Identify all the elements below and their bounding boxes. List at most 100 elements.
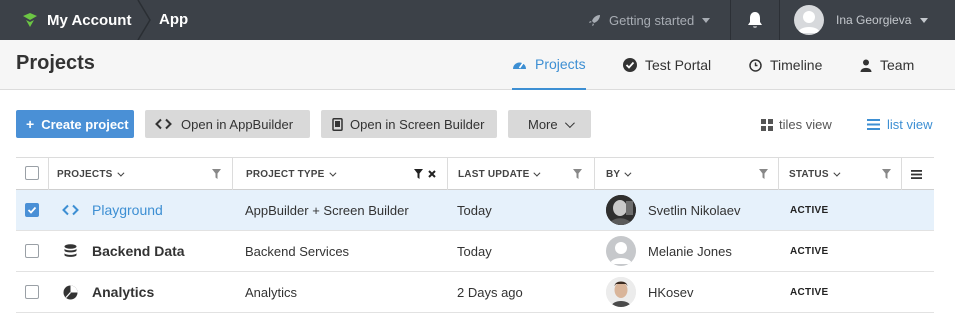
table-row[interactable]: Analytics Analytics 2 Days ago HKosev AC… xyxy=(16,272,934,313)
tiles-view-toggle[interactable]: tiles view xyxy=(761,117,832,132)
status-badge: ACTIVE xyxy=(790,286,829,298)
clear-filter-icon[interactable] xyxy=(428,170,436,178)
user-avatar xyxy=(794,5,824,35)
column-header-project-type[interactable]: PROJECT TYPE xyxy=(246,158,336,190)
user-menu[interactable]: Ina Georgieva xyxy=(794,0,929,40)
owner-name: Melanie Jones xyxy=(648,243,732,259)
open-in-appbuilder-button[interactable]: Open in AppBuilder xyxy=(145,110,310,138)
analytics-icon xyxy=(63,285,78,299)
dashboard-icon xyxy=(513,62,526,69)
filter-icon[interactable] xyxy=(212,169,221,179)
column-label: PROJECTS xyxy=(57,168,113,180)
more-button[interactable]: More xyxy=(508,110,591,138)
project-name[interactable]: Playground xyxy=(92,202,163,218)
table-header: PROJECTS PROJECT TYPE LAST UPDATE BY STA… xyxy=(16,157,934,190)
project-name[interactable]: Analytics xyxy=(92,284,154,300)
row-checkbox[interactable] xyxy=(25,203,39,217)
projects-table: PROJECTS PROJECT TYPE LAST UPDATE BY STA… xyxy=(16,157,934,313)
project-cell: Playground xyxy=(62,190,163,230)
clock-icon xyxy=(749,58,762,72)
caret-down-icon xyxy=(702,17,711,23)
column-label: BY xyxy=(606,168,621,180)
row-checkbox[interactable] xyxy=(25,285,39,299)
tiles-view-label: tiles view xyxy=(779,117,832,132)
page-title: Projects xyxy=(16,52,95,74)
topbar-divider xyxy=(779,0,780,40)
check-icon xyxy=(27,206,37,214)
open-screenbuilder-label: Open in Screen Builder xyxy=(350,116,485,132)
brand[interactable]: My Account xyxy=(22,0,131,40)
page-header: Projects Projects Test Portal Timeline T… xyxy=(0,40,955,90)
check-circle-icon xyxy=(623,58,637,72)
tab-label: Team xyxy=(880,57,915,73)
user-icon xyxy=(860,59,872,72)
column-label: PROJECT TYPE xyxy=(246,168,325,180)
chevron-down-icon xyxy=(116,169,124,177)
column-header-status[interactable]: STATUS xyxy=(789,158,841,190)
column-divider xyxy=(901,158,902,190)
column-label: LAST UPDATE xyxy=(458,168,530,180)
open-in-screenbuilder-button[interactable]: Open in Screen Builder xyxy=(321,110,497,138)
owner-cell: Melanie Jones xyxy=(606,231,732,271)
column-divider xyxy=(778,158,779,190)
column-header-by[interactable]: BY xyxy=(606,158,632,190)
tab-test-portal[interactable]: Test Portal xyxy=(623,40,711,90)
project-type-cell: Analytics xyxy=(245,284,298,300)
bell-icon[interactable] xyxy=(747,11,763,29)
tab-label: Test Portal xyxy=(645,57,712,73)
filter-icon[interactable] xyxy=(882,169,891,179)
column-label: STATUS xyxy=(789,168,829,180)
avatar xyxy=(606,277,636,307)
code-brackets-icon xyxy=(155,118,172,130)
project-cell: Backend Data xyxy=(64,231,185,271)
column-divider xyxy=(48,158,49,190)
table-row[interactable]: Backend Data Backend Services Today Mela… xyxy=(16,231,934,272)
breadcrumb-app[interactable]: App xyxy=(159,0,188,40)
chevron-down-icon xyxy=(564,117,575,128)
list-view-label: list view xyxy=(887,117,933,132)
filter-icon[interactable] xyxy=(573,169,582,179)
tab-timeline[interactable]: Timeline xyxy=(749,40,822,90)
chevron-down-icon xyxy=(533,169,541,177)
list-view-toggle[interactable]: list view xyxy=(867,117,933,132)
last-update-cell: Today xyxy=(457,202,492,218)
owner-cell: HKosev xyxy=(606,272,694,312)
column-divider xyxy=(447,158,448,190)
status-badge: ACTIVE xyxy=(790,204,829,216)
default-user-icon xyxy=(610,242,632,264)
last-update-cell: Today xyxy=(457,243,492,259)
user-photo-icon xyxy=(606,277,636,307)
create-project-button[interactable]: + Create project xyxy=(16,110,134,138)
project-type-cell: Backend Services xyxy=(245,243,350,259)
user-name: Ina Georgieva xyxy=(836,13,912,27)
project-name[interactable]: Backend Data xyxy=(92,243,185,259)
column-divider xyxy=(594,158,595,190)
row-checkbox[interactable] xyxy=(25,244,39,258)
database-icon xyxy=(64,244,77,257)
tab-team[interactable]: Team xyxy=(860,40,914,90)
chevron-down-icon xyxy=(833,169,841,177)
filter-icon[interactable] xyxy=(759,169,768,179)
code-brackets-icon xyxy=(62,204,79,216)
avatar xyxy=(606,195,636,225)
table-row[interactable]: Playground AppBuilder + Screen Builder T… xyxy=(16,190,934,231)
filter-active-icon[interactable] xyxy=(414,169,423,179)
last-update-cell: 2 Days ago xyxy=(457,284,523,300)
topbar-divider xyxy=(730,0,731,40)
getting-started-menu[interactable]: Getting started xyxy=(588,0,711,40)
status-badge: ACTIVE xyxy=(790,245,829,257)
column-menu-icon[interactable] xyxy=(911,170,922,179)
tab-projects[interactable]: Projects xyxy=(512,40,586,90)
select-all-checkbox[interactable] xyxy=(25,166,39,180)
default-user-icon xyxy=(798,11,820,33)
rocket-icon xyxy=(589,14,600,26)
brand-title: My Account xyxy=(47,11,132,29)
open-appbuilder-label: Open in AppBuilder xyxy=(181,116,294,132)
column-header-projects[interactable]: PROJECTS xyxy=(57,158,124,190)
project-cell: Analytics xyxy=(63,272,154,312)
top-navigation-bar: My Account App Getting started Ina Georg… xyxy=(0,0,955,40)
tablet-icon xyxy=(332,117,343,131)
column-header-last-update[interactable]: LAST UPDATE xyxy=(458,158,541,190)
owner-name: HKosev xyxy=(648,284,694,300)
breadcrumb-separator-icon xyxy=(137,0,151,40)
